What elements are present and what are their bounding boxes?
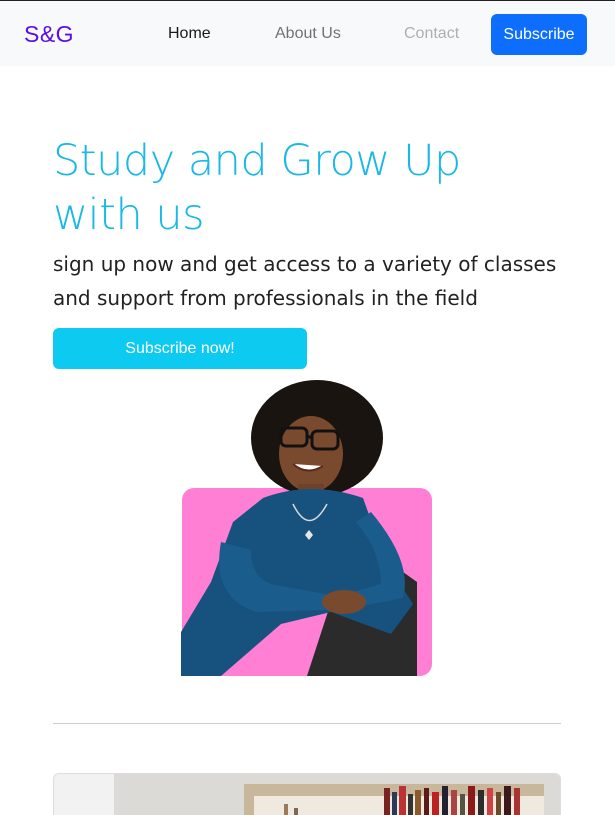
subscribe-button[interactable]: Subscribe [491, 14, 587, 55]
brand-logo[interactable]: S&G [24, 21, 74, 48]
hero-photo [181, 380, 432, 676]
nav-link-about-us[interactable]: About Us [275, 25, 341, 43]
nav-link-home[interactable]: Home [168, 25, 211, 43]
hero-subtitle: sign up now and get access to a variety … [53, 252, 557, 310]
section-divider [53, 723, 561, 724]
library-image [53, 773, 561, 815]
subscribe-now-button[interactable]: Subscribe now! [53, 328, 307, 369]
hero-title: Study and Grow Up with us [53, 136, 461, 240]
nav-link-contact[interactable]: Contact [404, 25, 459, 43]
navbar: S&G Home About Us Contact Subscribe [0, 0, 615, 66]
